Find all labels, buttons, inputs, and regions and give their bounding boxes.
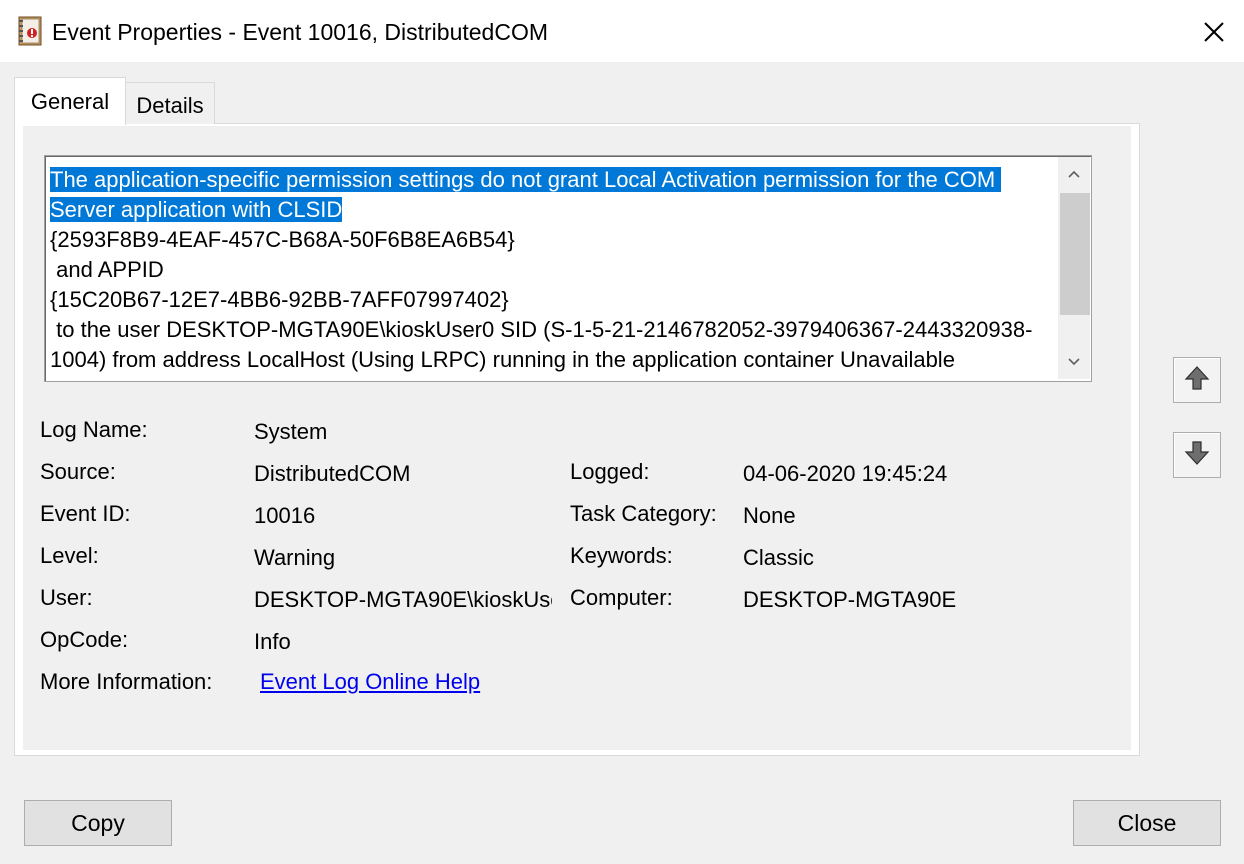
event-description-box[interactable]: The application-specific permission sett… — [44, 155, 1092, 382]
opcode-value: Info — [254, 629, 291, 654]
level-value: Warning — [254, 545, 336, 570]
computer-label: Computer: — [570, 585, 673, 610]
close-button[interactable]: Close — [1073, 800, 1221, 846]
scroll-up-icon[interactable] — [1058, 157, 1090, 191]
tab-general[interactable]: General — [14, 77, 126, 125]
close-icon[interactable] — [1194, 12, 1234, 52]
description-remainder: {2593F8B9-4EAF-457C-B68A-50F6B8EA6B54} a… — [50, 227, 1033, 372]
computer-value: DESKTOP-MGTA90E — [743, 587, 957, 612]
opcode-label: OpCode: — [40, 627, 129, 652]
user-value[interactable]: DESKTOP-MGTA90E\kioskUser0 — [254, 585, 552, 615]
logged-value: 04-06-2020 19:45:24 — [743, 461, 948, 486]
description-scrollbar[interactable] — [1058, 157, 1090, 379]
source-label: Source: — [40, 459, 116, 484]
window-title: Event Properties - Event 10016, Distribu… — [52, 19, 549, 45]
event-id-label: Event ID: — [40, 501, 131, 526]
next-event-button[interactable] — [1173, 432, 1221, 478]
selected-description-text: The application-specific permission sett… — [50, 167, 1002, 222]
copy-button[interactable]: Copy — [24, 800, 172, 846]
keywords-value: Classic — [743, 545, 814, 570]
log-name-value: System — [254, 419, 328, 444]
previous-event-button[interactable] — [1173, 357, 1221, 403]
event-id-value: 10016 — [254, 503, 316, 528]
source-value: DistributedCOM — [254, 461, 411, 486]
logged-label: Logged: — [570, 459, 650, 484]
tab-details-label: Details — [136, 92, 204, 118]
more-information-label: More Information: — [40, 669, 213, 694]
arrow-down-icon — [1183, 439, 1211, 472]
tab-general-label: General — [30, 88, 110, 114]
scroll-thumb[interactable] — [1060, 193, 1090, 315]
title-bar: Event Properties - Event 10016, Distribu… — [0, 0, 1244, 62]
task-category-label: Task Category: — [570, 501, 717, 526]
event-viewer-icon — [17, 16, 43, 46]
event-log-online-help-link[interactable]: Event Log Online Help — [260, 667, 480, 697]
scroll-down-icon[interactable] — [1058, 345, 1090, 379]
user-label: User: — [40, 585, 93, 610]
keywords-label: Keywords: — [570, 543, 673, 568]
tab-details[interactable]: Details — [125, 82, 215, 124]
level-label: Level: — [40, 543, 99, 568]
log-name-label: Log Name: — [40, 417, 148, 442]
task-category-value: None — [743, 503, 796, 528]
event-description-text[interactable]: The application-specific permission sett… — [50, 165, 1052, 375]
arrow-up-icon — [1183, 364, 1211, 397]
